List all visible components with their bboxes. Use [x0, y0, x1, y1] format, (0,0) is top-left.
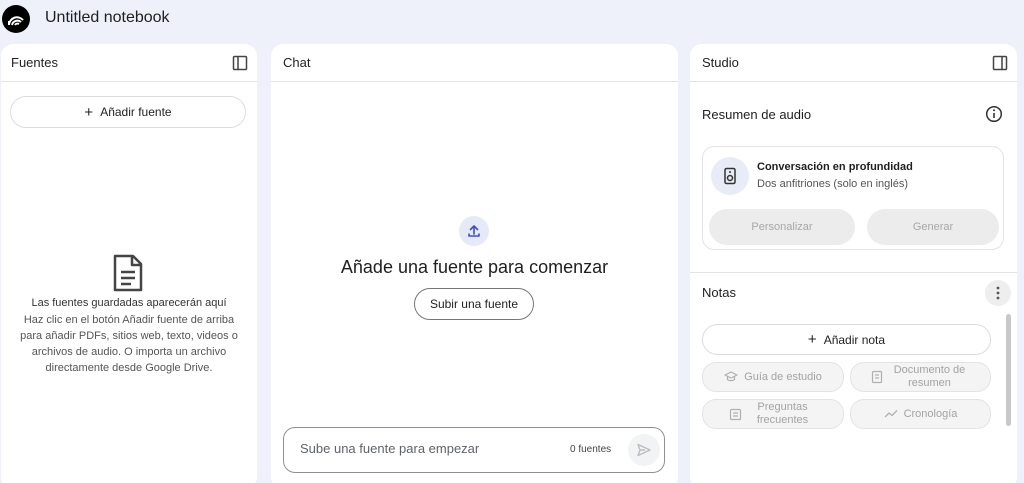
chat-header: Chat: [271, 44, 678, 82]
faq-icon: [729, 408, 741, 420]
study-guide-button[interactable]: Guía de estudio: [702, 362, 844, 392]
add-note-label: Añadir nota: [823, 332, 886, 347]
summary-doc-label: Documento de resumen: [893, 364, 966, 389]
panel-toggle-icon[interactable]: [991, 54, 1009, 72]
studio-title: Studio: [702, 55, 739, 70]
faq-label: Preguntas frecuentes: [756, 401, 809, 426]
add-note-button[interactable]: + Añadir nota: [702, 324, 991, 355]
info-icon[interactable]: [985, 105, 1003, 123]
top-bar: Untitled notebook: [0, 0, 1024, 38]
upload-icon: [459, 216, 489, 246]
chat-empty-title: Añade una fuente para comenzar: [340, 257, 609, 277]
notebook-logo-icon[interactable]: [2, 5, 30, 33]
faq-button[interactable]: Preguntas frecuentes: [702, 399, 844, 429]
chat-panel: Chat Añade una fuente para comenzar Subi…: [271, 44, 678, 483]
speaker-icon: [711, 157, 749, 195]
panel-toggle-icon[interactable]: [231, 54, 249, 72]
chat-input-box: 0 fuentes: [283, 427, 665, 473]
timeline-icon: [884, 410, 898, 418]
send-icon: [637, 443, 651, 457]
studio-divider: [690, 272, 1017, 273]
add-source-label: Añadir fuente: [100, 105, 172, 119]
studio-panel: Studio Resumen de audio Conversación en …: [690, 44, 1017, 483]
study-guide-label: Guía de estudio: [744, 370, 822, 383]
sources-empty-title: Las fuentes guardadas aparecerán aquí: [31, 297, 227, 309]
notebook-title[interactable]: Untitled notebook: [45, 9, 170, 27]
notes-label: Notas: [702, 285, 736, 300]
upload-source-button[interactable]: Subir una fuente: [414, 288, 534, 320]
add-source-button[interactable]: + Añadir fuente: [10, 96, 246, 128]
send-button[interactable]: [628, 434, 660, 466]
plus-icon: +: [84, 103, 94, 121]
more-vert-icon[interactable]: [985, 280, 1011, 306]
sources-panel: Fuentes + Añadir fuente Las fuentes guar…: [1, 44, 257, 483]
notes-scrollbar[interactable]: [1006, 314, 1011, 426]
source-count: 0 fuentes: [570, 444, 612, 455]
sources-title: Fuentes: [11, 55, 58, 70]
summary-doc-icon: [871, 370, 882, 384]
audio-summary-label: Resumen de audio: [702, 107, 812, 122]
customize-button[interactable]: Personalizar: [709, 209, 855, 245]
audio-card-subtitle: Dos anfitriones (solo en inglés): [757, 178, 909, 190]
sources-empty-text: Haz clic en el botón Añadir fuente de ar…: [20, 314, 238, 374]
timeline-label: Cronología: [903, 407, 958, 420]
studio-header: Studio: [690, 44, 1017, 82]
timeline-button[interactable]: Cronología: [850, 399, 991, 429]
graduation-cap-icon: [724, 371, 738, 382]
summary-doc-button[interactable]: Documento de resumen: [850, 362, 991, 392]
plus-icon: +: [807, 331, 817, 348]
chat-input[interactable]: [300, 441, 530, 456]
generate-button[interactable]: Generar: [867, 209, 999, 245]
document-icon: [113, 254, 143, 292]
sources-header: Fuentes: [1, 44, 257, 82]
audio-card-title: Conversación en profundidad: [757, 161, 913, 173]
audio-overview-card: Conversación en profundidad Dos anfitrio…: [702, 146, 1004, 250]
chat-title: Chat: [283, 55, 311, 70]
